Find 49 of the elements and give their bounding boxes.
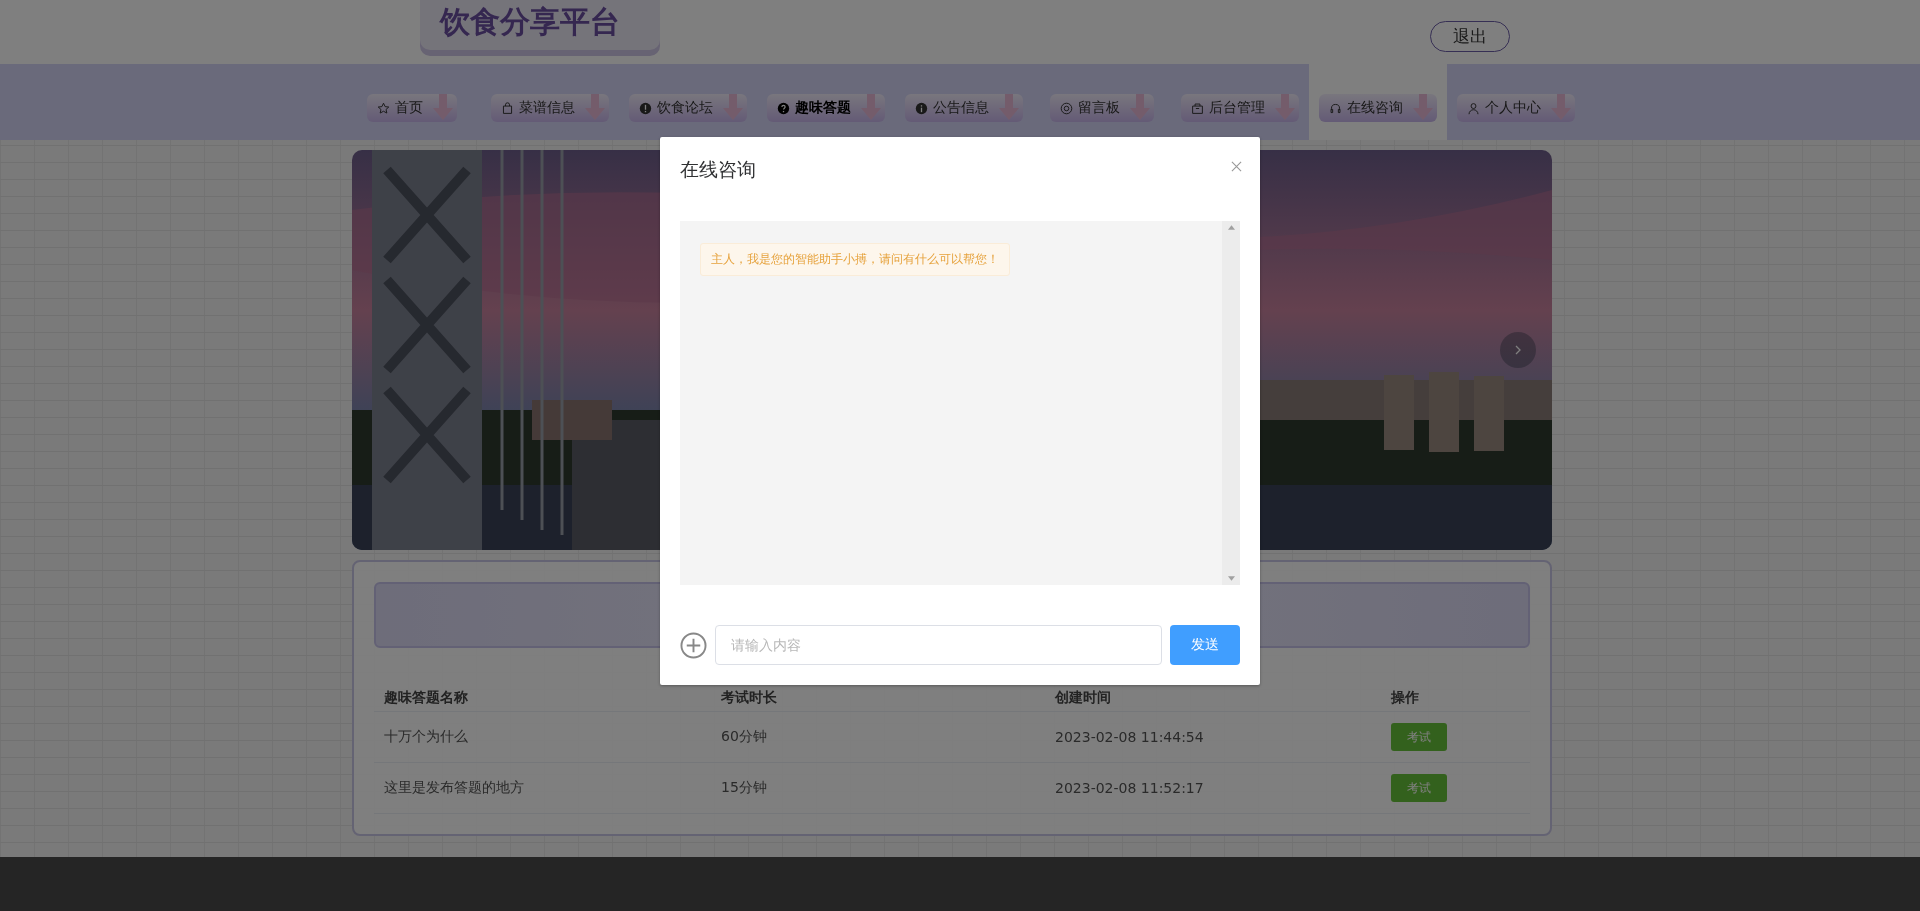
add-icon[interactable] <box>680 631 707 659</box>
table-cell-text: 60分钟 <box>721 728 768 746</box>
exam-button[interactable]: 考试 <box>1391 774 1447 802</box>
column-header: 考试时长 <box>721 689 778 707</box>
down-arrow-icon <box>1551 94 1571 120</box>
star-icon <box>377 101 390 115</box>
logout-button[interactable]: 退出 <box>1430 21 1510 52</box>
user-icon <box>1467 101 1480 115</box>
send-button[interactable]: 发送 <box>1170 625 1240 665</box>
nav-tab[interactable]: 个人中心 <box>1447 64 1585 140</box>
down-arrow-icon <box>585 94 605 120</box>
dialog-title: 在线咨询 <box>680 157 756 181</box>
chat-message: 主人，我是您的智能助手小搏，请问有什么可以帮您！ <box>700 243 1010 276</box>
info-icon <box>915 101 928 115</box>
exam-button[interactable]: 考试 <box>1391 723 1447 751</box>
table-cell-text: 这里是发布答题的地方 <box>384 779 525 797</box>
nav-tab[interactable]: 首页 <box>343 64 481 140</box>
down-arrow-icon <box>433 94 453 120</box>
nav-tab[interactable]: 公告信息 <box>895 64 1033 140</box>
nav-tab[interactable]: 留言板 <box>1033 64 1171 140</box>
scroll-up-icon[interactable] <box>1227 225 1235 230</box>
down-arrow-icon <box>1275 94 1295 120</box>
column-header: 趣味答题名称 <box>384 689 469 707</box>
table-cell-text: 15分钟 <box>721 779 768 797</box>
message-input[interactable]: 请输入内容 <box>715 625 1162 665</box>
column-header: 创建时间 <box>1055 689 1112 707</box>
at-icon <box>1060 101 1073 115</box>
nav-tab[interactable]: 菜谱信息 <box>481 64 619 140</box>
box-icon <box>1191 101 1204 115</box>
table-cell-text: 十万个为什么 <box>384 728 469 746</box>
table-cell-text: 2023-02-08 11:44:54 <box>1055 729 1205 745</box>
down-arrow-icon <box>861 94 881 120</box>
column-header: 操作 <box>1391 689 1420 707</box>
help-icon <box>777 101 790 115</box>
alert-icon <box>639 101 652 115</box>
close-button[interactable] <box>1229 159 1244 174</box>
bag-icon <box>501 101 514 115</box>
nav-tab[interactable]: 后台管理 <box>1171 64 1309 140</box>
down-arrow-icon <box>1130 94 1150 120</box>
headset-icon <box>1329 101 1342 115</box>
scrollbar-track[interactable] <box>1222 221 1240 585</box>
down-arrow-icon <box>999 94 1019 120</box>
chevron-right-icon <box>1513 345 1523 355</box>
nav-tab[interactable]: 在线咨询 <box>1309 64 1447 140</box>
nav-tab[interactable]: 趣味答题 <box>757 64 895 140</box>
nav-tab[interactable]: 饮食论坛 <box>619 64 757 140</box>
down-arrow-icon <box>723 94 743 120</box>
down-arrow-icon <box>1413 94 1433 120</box>
table-cell-text: 2023-02-08 11:52:17 <box>1055 780 1205 796</box>
